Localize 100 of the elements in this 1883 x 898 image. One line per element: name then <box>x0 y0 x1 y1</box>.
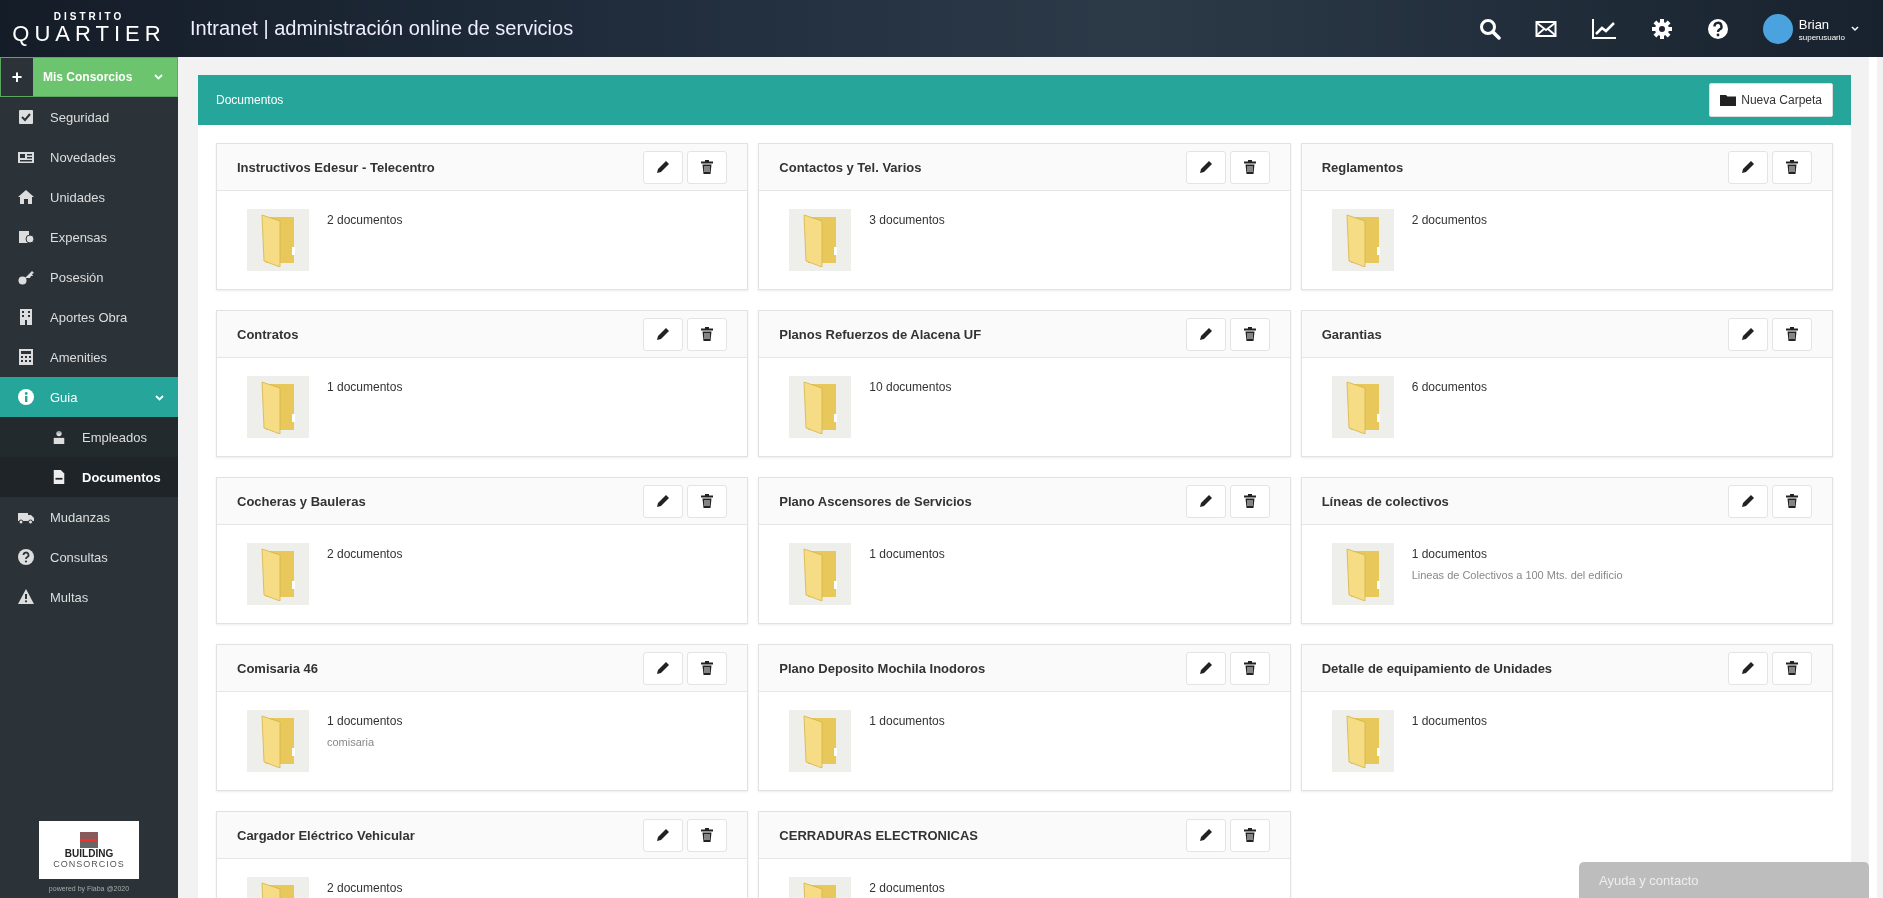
sidebar-item[interactable]: Amenities <box>0 337 178 377</box>
pencil-icon <box>1198 494 1213 508</box>
folder-title: Cargador Eléctrico Vehicular <box>237 827 416 843</box>
document-count: 1 documentos <box>327 380 403 394</box>
folder-description: comisaria <box>327 736 376 748</box>
sidebar-item[interactable]: Expensas <box>0 217 178 257</box>
edit-button[interactable] <box>1728 484 1768 518</box>
trash-icon <box>1786 327 1798 341</box>
add-button[interactable]: + <box>1 58 33 96</box>
folder-title: Plano Deposito Mochila Inodoros <box>779 660 987 676</box>
delete-button[interactable] <box>687 150 728 184</box>
trash-icon <box>701 828 714 842</box>
edit-button[interactable] <box>643 651 684 685</box>
edit-button[interactable] <box>1185 317 1226 351</box>
delete-button[interactable] <box>1772 150 1812 184</box>
question-icon <box>18 549 34 565</box>
delete-button[interactable] <box>1229 484 1270 518</box>
edit-button[interactable] <box>643 818 684 852</box>
delete-button[interactable] <box>687 317 728 351</box>
sidebar-subitem[interactable]: Documentos <box>0 457 178 497</box>
folder-title: Líneas de colectivos <box>1321 493 1450 509</box>
sidebar-item[interactable]: Seguridad <box>0 97 178 137</box>
pencil-icon <box>1198 828 1213 842</box>
edit-button[interactable] <box>1185 651 1226 685</box>
delete-button[interactable] <box>1229 651 1270 685</box>
line-chart-icon[interactable] <box>1590 17 1617 40</box>
sidebar-item[interactable]: Multas <box>0 577 178 617</box>
edit-button[interactable] <box>1185 484 1226 518</box>
document-count: 1 documentos <box>1411 714 1488 728</box>
document-count: 2 documentos <box>869 881 945 895</box>
sidebar-item[interactable]: Mudanzas <box>0 497 178 537</box>
delete-button[interactable] <box>1229 317 1270 351</box>
delete-button[interactable] <box>687 818 728 852</box>
pencil-icon <box>1198 327 1213 341</box>
pencil-icon <box>1198 160 1213 174</box>
trash-icon <box>1243 160 1256 174</box>
document-count: 2 documentos <box>327 881 403 895</box>
edit-button[interactable] <box>1185 150 1226 184</box>
edit-button[interactable] <box>643 317 684 351</box>
key-icon <box>18 269 34 285</box>
document-count: 3 documentos <box>869 213 945 227</box>
document-count: 1 documentos <box>869 714 945 728</box>
warning-icon <box>18 589 34 605</box>
edit-button[interactable] <box>1728 651 1768 685</box>
document-count: 1 documentos <box>327 714 403 728</box>
trash-icon <box>1786 661 1798 675</box>
trash-icon <box>1786 494 1798 508</box>
folder-title: Plano Ascensores de Servicios <box>779 493 973 509</box>
pencil-icon <box>656 661 671 675</box>
search-icon[interactable] <box>1478 17 1501 40</box>
new-folder-button[interactable]: Nueva Carpeta <box>1709 83 1833 117</box>
edit-button[interactable] <box>643 484 684 518</box>
edit-button[interactable] <box>643 150 684 184</box>
sidebar-item[interactable]: Novedades <box>0 137 178 177</box>
delete-button[interactable] <box>1229 150 1270 184</box>
user-icon <box>52 429 66 445</box>
document-count: 6 documentos <box>1411 380 1488 394</box>
sidebar-item[interactable]: Posesión <box>0 257 178 297</box>
folder-title: Planos Refuerzos de Alacena UF <box>779 326 983 342</box>
delete-button[interactable] <box>1772 317 1812 351</box>
help-icon[interactable] <box>1706 17 1729 40</box>
delete-button[interactable] <box>687 484 728 518</box>
building-icon <box>18 309 34 325</box>
folder-title: CERRADURAS ELECTRONICAS <box>779 827 979 843</box>
settings-icon[interactable] <box>1650 17 1673 40</box>
folder-icon <box>1720 94 1737 106</box>
edit-button[interactable] <box>1185 818 1226 852</box>
info-icon <box>18 389 34 405</box>
pencil-icon <box>656 327 671 341</box>
pencil-icon <box>1741 661 1755 675</box>
edit-button[interactable] <box>1728 150 1768 184</box>
mail-icon[interactable] <box>1534 19 1557 38</box>
trash-icon <box>701 661 714 675</box>
sidebar-item[interactable]: Unidades <box>0 177 178 217</box>
edit-button[interactable] <box>1728 317 1768 351</box>
brand-logo: QUARTIER <box>12 22 166 46</box>
pencil-icon <box>1741 160 1755 174</box>
delete-button[interactable] <box>1229 818 1270 852</box>
delete-button[interactable] <box>1772 651 1812 685</box>
pencil-icon <box>656 160 671 174</box>
user-name[interactable]: Brian <box>1798 17 1830 32</box>
panel-title: Documentos <box>216 93 285 107</box>
trash-icon <box>1243 327 1256 341</box>
pencil-icon <box>656 828 671 842</box>
chevron-down-icon[interactable] <box>1851 25 1859 32</box>
avatar[interactable] <box>1762 13 1793 44</box>
delete-button[interactable] <box>1772 484 1812 518</box>
company-logo: BUILDING CONSORCIOS <box>39 821 139 879</box>
pencil-icon <box>656 494 671 508</box>
sidebar-subitem[interactable]: Empleados <box>0 417 178 457</box>
calculator-icon <box>18 349 34 365</box>
pencil-icon <box>1741 494 1755 508</box>
folder-title: Contratos <box>237 326 300 342</box>
sidebar-item[interactable]: Consultas <box>0 537 178 577</box>
sidebar-item[interactable]: Aportes Obra <box>0 297 178 337</box>
trash-icon <box>1243 828 1256 842</box>
document-count: 2 documentos <box>1411 213 1488 227</box>
folder-title: Cocheras y Bauleras <box>237 493 367 509</box>
brand-overline: DISTRITO <box>53 11 125 22</box>
delete-button[interactable] <box>687 651 728 685</box>
